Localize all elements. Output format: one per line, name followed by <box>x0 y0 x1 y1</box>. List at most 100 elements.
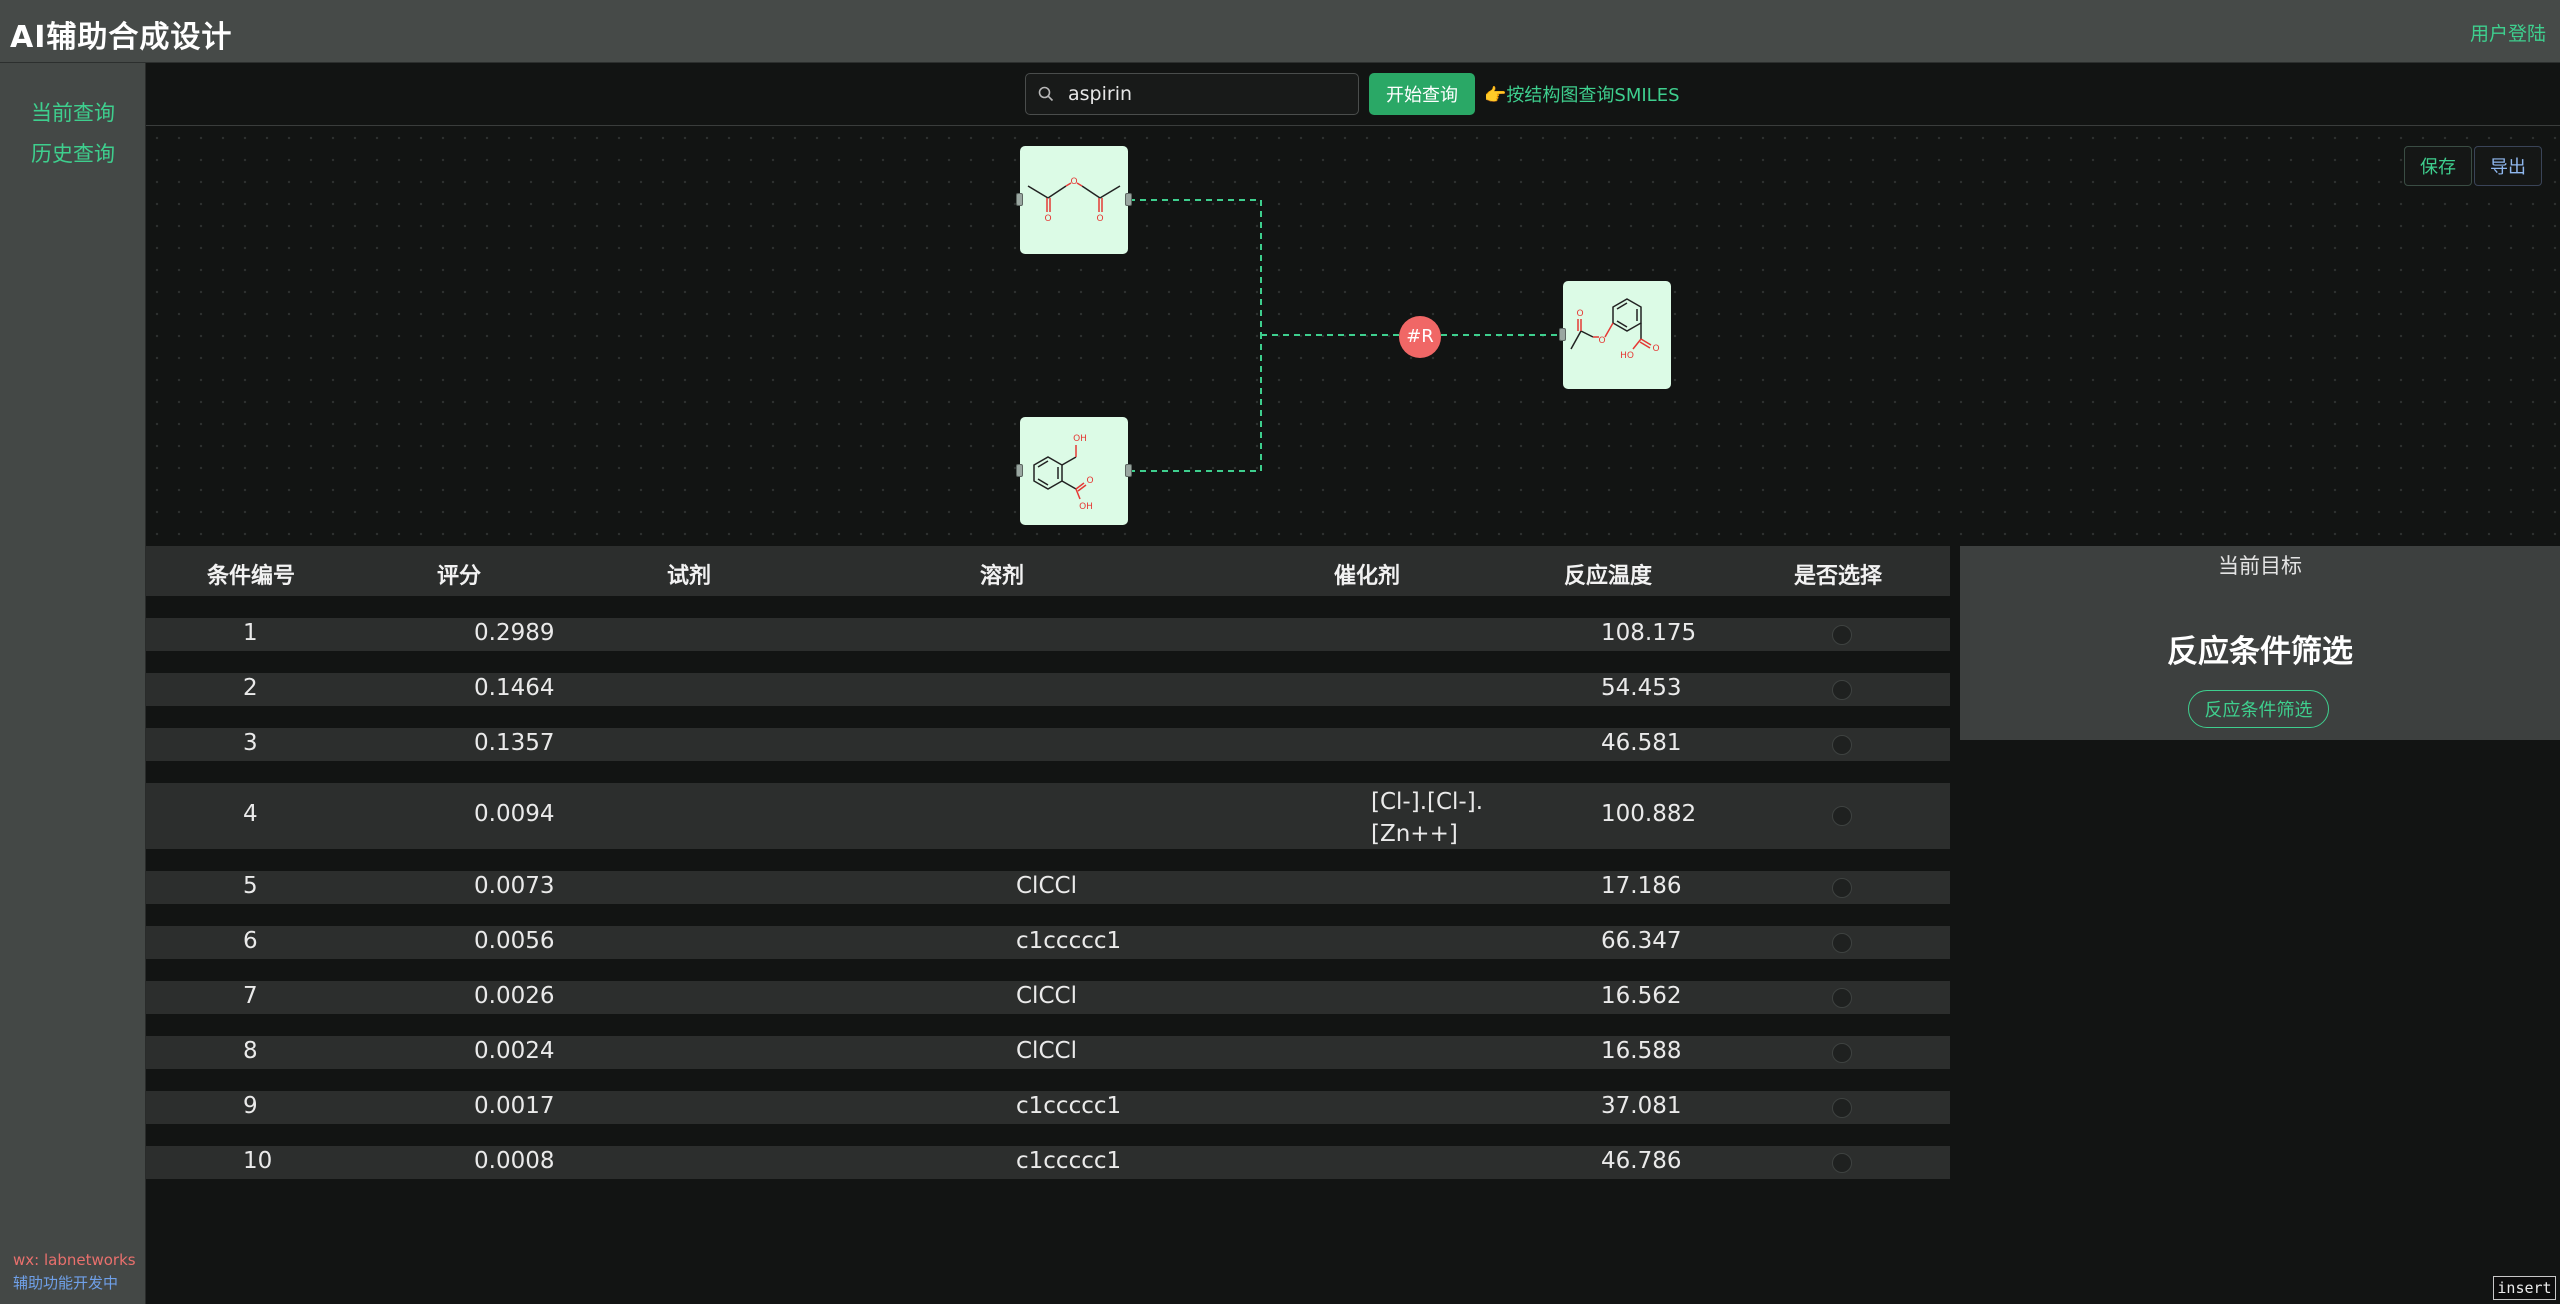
svg-text:O: O <box>1576 309 1583 319</box>
node-handle-left[interactable] <box>1016 193 1023 206</box>
cell-condition-id: 2 <box>243 675 258 701</box>
search-input[interactable] <box>1068 80 1348 108</box>
edge-salicylic-acid <box>1129 335 1262 472</box>
cell-solvent: ClCCl <box>1016 873 1077 899</box>
cell-condition-id: 3 <box>243 730 258 756</box>
cell-temperature: 108.175 <box>1601 620 1697 646</box>
molecule-structure-icon: O O O <box>1027 177 1121 224</box>
cell-temperature: 37.081 <box>1601 1093 1682 1119</box>
select-radio[interactable] <box>1832 735 1852 755</box>
molecule-node-aspirin[interactable]: O O O HO <box>1559 281 1671 389</box>
cell-score: 0.0008 <box>474 1148 555 1174</box>
cell-temperature: 17.186 <box>1601 873 1682 899</box>
node-handle-left[interactable] <box>1559 328 1566 341</box>
sidebar-contact: wx: labnetworks <box>13 1251 136 1269</box>
panel-heading: 反应条件筛选 <box>2167 634 2353 670</box>
cell-score: 0.1357 <box>474 730 555 756</box>
svg-text:O: O <box>1598 336 1605 346</box>
table-row[interactable]: 3 0.1357 46.581 <box>146 728 1950 761</box>
cell-temperature: 46.786 <box>1601 1148 1682 1174</box>
cell-score: 0.0024 <box>474 1038 555 1064</box>
cell-temperature: 100.882 <box>1601 801 1697 827</box>
cell-score: 0.2989 <box>474 620 555 646</box>
svg-text:HO: HO <box>1620 351 1634 361</box>
table-header: 条件编号 评分 试剂 溶剂 催化剂 反应温度 是否选择 <box>146 546 1950 596</box>
sidebar: 当前查询 历史查询 wx: labnetworks 辅助功能开发中 <box>0 63 146 1304</box>
node-handle-left[interactable] <box>1016 464 1023 477</box>
cell-condition-id: 5 <box>243 873 258 899</box>
cell-condition-id: 10 <box>243 1148 273 1174</box>
molecule-node-acetic-anhydride[interactable]: O O O <box>1016 146 1132 254</box>
table-row[interactable]: 8 0.0024 ClCCl 16.588 <box>146 1036 1950 1069</box>
header-reagent: 试剂 <box>667 564 712 589</box>
table-row[interactable]: 6 0.0056 c1ccccc1 66.347 <box>146 926 1950 959</box>
cell-score: 0.0073 <box>474 873 555 899</box>
molecule-node-salicylic-acid[interactable]: OH O OH <box>1016 417 1132 525</box>
header-solvent: 溶剂 <box>980 564 1025 589</box>
select-radio[interactable] <box>1832 878 1852 898</box>
node-handle-right[interactable] <box>1125 464 1132 477</box>
svg-text:O: O <box>1070 177 1077 187</box>
select-radio[interactable] <box>1832 1153 1852 1173</box>
cell-score: 0.0056 <box>474 928 555 954</box>
cell-score: 0.0094 <box>474 801 555 827</box>
cell-condition-id: 1 <box>243 620 258 646</box>
cell-condition-id: 9 <box>243 1093 258 1119</box>
sidebar-item-history-query[interactable]: 历史查询 <box>31 138 115 168</box>
svg-text:OH: OH <box>1073 434 1087 444</box>
select-radio[interactable] <box>1832 988 1852 1008</box>
svg-text:O: O <box>1044 214 1051 224</box>
svg-text:OH: OH <box>1079 502 1093 512</box>
reaction-canvas[interactable]: O O O OH O OH #R O O O HO 保存 导出 <box>146 127 2560 545</box>
cell-score: 0.0026 <box>474 983 555 1009</box>
login-link[interactable]: 用户登陆 <box>2470 19 2546 46</box>
select-radio[interactable] <box>1832 1043 1852 1063</box>
search-box[interactable] <box>1025 73 1359 115</box>
select-radio[interactable] <box>1832 806 1852 826</box>
table-row[interactable]: 7 0.0026 ClCCl 16.562 <box>146 981 1950 1014</box>
cell-temperature: 16.588 <box>1601 1038 1682 1064</box>
sidebar-item-current-query[interactable]: 当前查询 <box>31 97 115 127</box>
condition-filter-button[interactable]: 反应条件筛选 <box>2188 690 2329 728</box>
svg-text:O: O <box>1652 344 1659 354</box>
cell-temperature: 16.562 <box>1601 983 1682 1009</box>
sidebar-dev-note: 辅助功能开发中 <box>13 1274 119 1292</box>
app-title: AI辅助合成设计 <box>10 20 233 55</box>
reaction-node[interactable]: #R <box>1399 316 1441 358</box>
select-radio[interactable] <box>1832 680 1852 700</box>
table-row[interactable]: 9 0.0017 c1ccccc1 37.081 <box>146 1091 1950 1124</box>
cell-condition-id: 4 <box>243 801 258 827</box>
molecule-structure-icon: O O O HO <box>1570 298 1660 361</box>
cell-condition-id: 7 <box>243 983 258 1009</box>
table-row[interactable]: 10 0.0008 c1ccccc1 46.786 <box>146 1146 1950 1179</box>
select-radio[interactable] <box>1832 933 1852 953</box>
table-row[interactable]: 2 0.1464 54.453 <box>146 673 1950 706</box>
conditions-table: 条件编号 评分 试剂 溶剂 催化剂 反应温度 是否选择 1 0.2989 108.1… <box>146 546 1950 1304</box>
start-query-button[interactable]: 开始查询 <box>1369 73 1475 115</box>
table-row[interactable]: 1 0.2989 108.175 <box>146 618 1950 651</box>
save-button[interactable]: 保存 <box>2404 146 2472 186</box>
cell-temperature: 54.453 <box>1601 675 1682 701</box>
panel-title: 当前目标 <box>2218 554 2302 578</box>
cell-temperature: 66.347 <box>1601 928 1682 954</box>
cell-temperature: 46.581 <box>1601 730 1682 756</box>
header-condition-id: 条件编号 <box>207 564 296 589</box>
node-handle-right[interactable] <box>1125 193 1132 206</box>
edge-acetic-anhydride <box>1129 199 1262 335</box>
header-select: 是否选择 <box>1794 564 1883 589</box>
search-icon <box>1038 86 1054 102</box>
target-panel: 当前目标 反应条件筛选 反应条件筛选 <box>1960 546 2560 740</box>
reaction-edges <box>1129 199 1567 472</box>
select-radio[interactable] <box>1832 625 1852 645</box>
export-button[interactable]: 导出 <box>2474 146 2542 186</box>
structure-query-link[interactable]: 👉按结构图查询SMILES <box>1484 81 1680 107</box>
header-score: 评分 <box>437 564 482 589</box>
cell-solvent: c1ccccc1 <box>1016 1093 1122 1119</box>
insert-mode-indicator: insert <box>2493 1276 2556 1300</box>
table-row[interactable]: 5 0.0073 ClCCl 17.186 <box>146 871 1950 904</box>
cell-solvent: ClCCl <box>1016 1038 1077 1064</box>
select-radio[interactable] <box>1832 1098 1852 1118</box>
table-row[interactable]: 4 0.0094 [Cl-].[Cl-].[Zn++] 100.882 <box>146 783 1950 849</box>
search-bar: 开始查询 👉按结构图查询SMILES <box>146 63 2560 126</box>
cell-condition-id: 6 <box>243 928 258 954</box>
